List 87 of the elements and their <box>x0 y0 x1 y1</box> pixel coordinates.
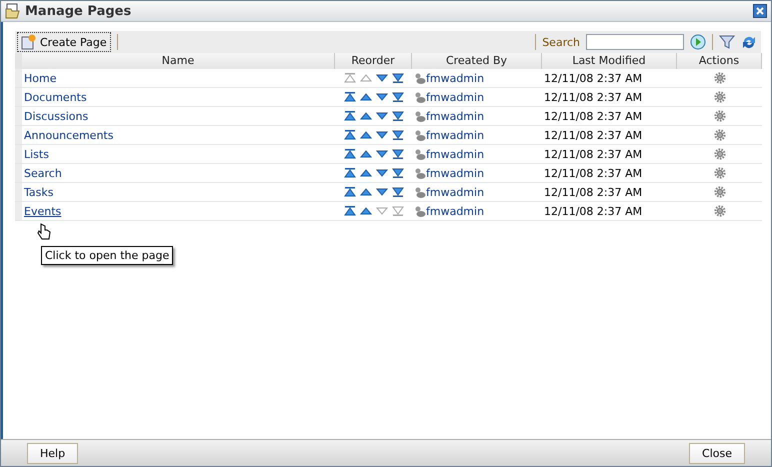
move-top-icon[interactable] <box>344 110 356 122</box>
page-link[interactable]: Discussions <box>24 110 88 122</box>
move-up-icon[interactable] <box>360 129 372 141</box>
user-icon <box>414 91 426 103</box>
move-down-icon[interactable] <box>376 167 388 179</box>
user-icon <box>414 186 426 198</box>
page-link[interactable]: Events <box>24 204 62 218</box>
user-link[interactable]: fmwadmin <box>426 204 484 218</box>
filter-icon[interactable] <box>719 34 735 50</box>
move-down-icon[interactable] <box>376 72 388 84</box>
move-up-icon[interactable] <box>360 167 372 179</box>
move-bottom-icon[interactable] <box>392 148 404 160</box>
column-header: Name <box>22 53 335 69</box>
move-top-icon[interactable] <box>344 129 356 141</box>
search-label: Search <box>542 36 580 48</box>
new-page-icon <box>21 34 37 50</box>
modified-date: 12/11/08 2:37 AM <box>544 110 642 122</box>
move-up-icon[interactable] <box>360 186 372 198</box>
user-link[interactable]: fmwadmin <box>426 148 484 160</box>
page-link[interactable]: Announcements <box>24 128 114 142</box>
user-icon <box>414 148 426 160</box>
move-top-icon[interactable] <box>344 148 356 160</box>
user-icon <box>414 72 426 84</box>
settings-icon[interactable] <box>714 186 726 198</box>
modified-date: 12/11/08 2:37 AM <box>544 128 642 142</box>
move-bottom-icon[interactable] <box>392 110 404 122</box>
help-button[interactable]: Help <box>27 442 78 464</box>
move-down-icon[interactable] <box>376 91 388 103</box>
modified-date: 12/11/08 2:37 AM <box>544 204 642 218</box>
user-icon <box>414 167 426 179</box>
settings-icon[interactable] <box>714 148 726 160</box>
settings-icon[interactable] <box>714 110 726 122</box>
modified-date: 12/11/08 2:37 AM <box>544 148 642 160</box>
column-header: Created By <box>412 53 542 69</box>
user-link[interactable]: fmwadmin <box>426 166 484 180</box>
user-icon <box>414 129 426 141</box>
modified-date: 12/11/08 2:37 AM <box>544 90 642 104</box>
modified-date: 12/11/08 2:37 AM <box>544 72 642 84</box>
page-link[interactable]: Home <box>24 72 56 84</box>
page-link[interactable]: Search <box>24 166 62 180</box>
move-top-icon[interactable] <box>344 205 356 217</box>
user-icon <box>414 110 426 122</box>
column-header: Last Modified <box>542 53 677 69</box>
close-button[interactable]: Close <box>689 442 745 464</box>
move-down-icon[interactable] <box>376 129 388 141</box>
user-link[interactable]: fmwadmin <box>426 72 484 84</box>
modified-date: 12/11/08 2:37 AM <box>544 166 642 180</box>
settings-icon[interactable] <box>714 205 726 217</box>
settings-icon[interactable] <box>714 167 726 179</box>
move-top-icon[interactable] <box>344 167 356 179</box>
move-bottom-icon[interactable] <box>392 167 404 179</box>
move-down-icon[interactable] <box>376 148 388 160</box>
page-link[interactable]: Documents <box>24 90 87 104</box>
move-up-icon[interactable] <box>360 205 372 217</box>
column-header: Actions <box>677 53 762 69</box>
settings-icon[interactable] <box>714 91 726 103</box>
move-down-icon[interactable] <box>376 186 388 198</box>
user-link[interactable]: fmwadmin <box>426 110 484 122</box>
move-top-icon[interactable] <box>344 186 356 198</box>
user-link[interactable]: fmwadmin <box>426 186 484 198</box>
refresh-icon[interactable] <box>741 34 757 50</box>
modified-date: 12/11/08 2:37 AM <box>544 186 642 198</box>
move-down-icon[interactable] <box>376 110 388 122</box>
move-bottom-icon[interactable] <box>392 72 404 84</box>
folder-icon <box>5 3 21 19</box>
settings-icon[interactable] <box>714 129 726 141</box>
column-header: Reorder <box>335 53 412 69</box>
window-title: Manage Pages <box>25 4 132 18</box>
hand-cursor-icon <box>37 223 51 241</box>
move-up-icon[interactable] <box>360 110 372 122</box>
move-up-icon[interactable] <box>360 91 372 103</box>
create-page-button[interactable]: Create Page <box>17 32 111 52</box>
move-top-icon[interactable] <box>344 91 356 103</box>
move-bottom-icon[interactable] <box>392 129 404 141</box>
move-bottom-icon[interactable] <box>392 91 404 103</box>
search-field[interactable] <box>586 34 684 50</box>
go-icon[interactable] <box>690 34 706 50</box>
user-icon <box>414 205 426 217</box>
user-link[interactable]: fmwadmin <box>426 90 484 104</box>
user-link[interactable]: fmwadmin <box>426 128 484 142</box>
settings-icon[interactable] <box>714 72 726 84</box>
close-icon[interactable] <box>753 4 767 18</box>
move-bottom-icon[interactable] <box>392 186 404 198</box>
page-link[interactable]: Lists <box>24 148 49 160</box>
page-link[interactable]: Tasks <box>24 186 54 198</box>
tooltip: Click to open the page <box>41 246 174 265</box>
move-up-icon[interactable] <box>360 148 372 160</box>
